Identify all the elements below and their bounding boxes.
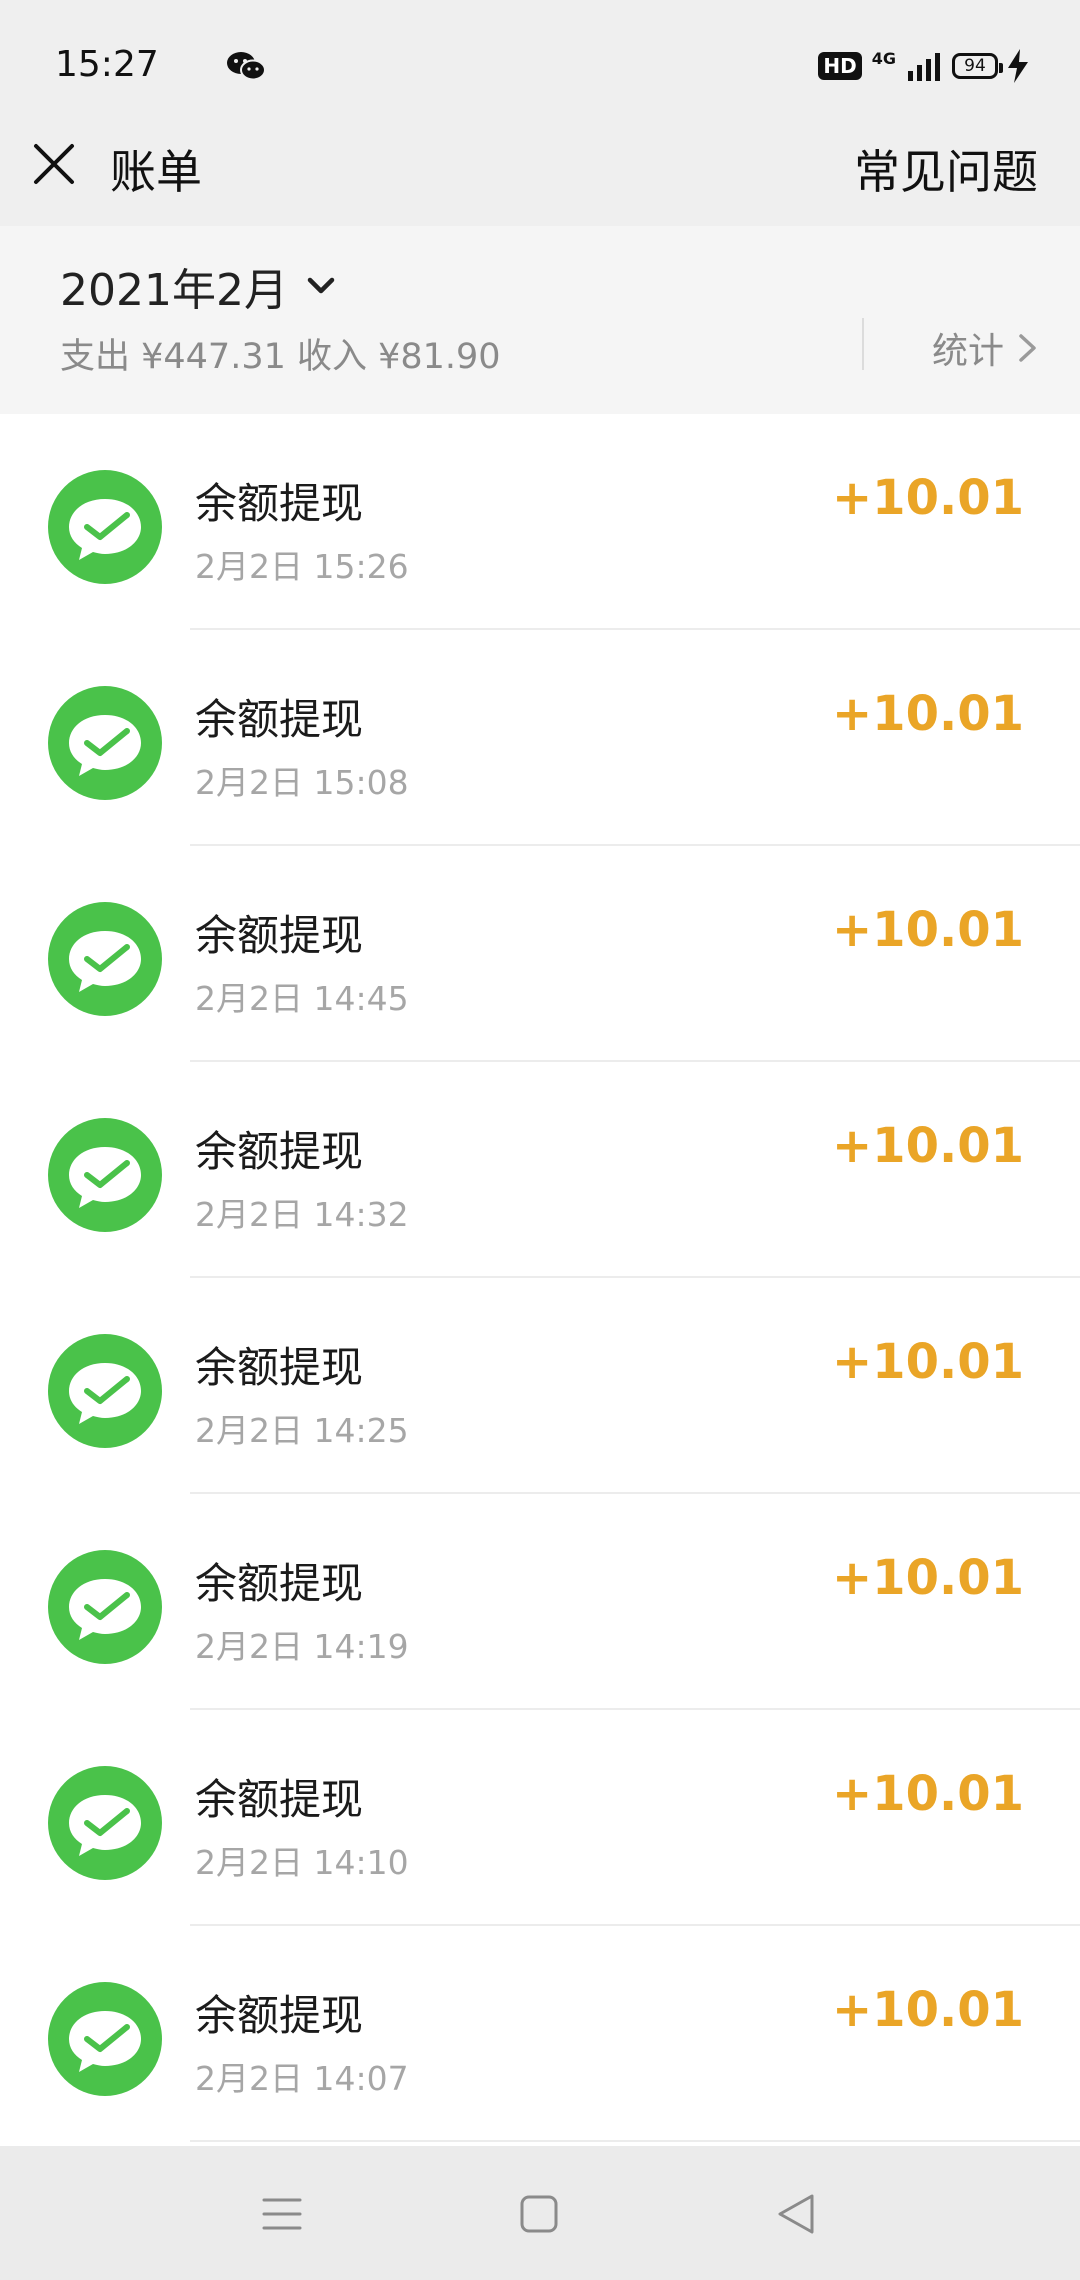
chevron-down-icon bbox=[307, 277, 335, 294]
transaction-title: 余额提现 bbox=[195, 1559, 364, 1608]
transaction-list: 余额提现 2月2日 15:26 +10.01 余额提现 2月2日 15:08 +… bbox=[0, 414, 1080, 2142]
transaction-time: 2月2日 14:10 bbox=[195, 1843, 409, 1882]
transaction-amount: +10.01 bbox=[831, 1982, 1024, 2038]
charging-icon bbox=[1008, 49, 1028, 83]
transaction-amount: +10.01 bbox=[831, 1766, 1024, 1822]
wechat-icon bbox=[227, 52, 266, 81]
transaction-time: 2月2日 15:08 bbox=[195, 763, 409, 802]
faq-link[interactable]: 常见问题 bbox=[854, 136, 1038, 202]
row-divider bbox=[190, 2140, 1080, 2142]
transaction-time: 2月2日 14:19 bbox=[195, 1627, 409, 1666]
transaction-row[interactable]: 余额提现 2月2日 15:26 +10.01 bbox=[0, 414, 1080, 630]
battery-icon: 94 bbox=[952, 53, 1003, 79]
transaction-row[interactable]: 余额提现 2月2日 14:45 +10.01 bbox=[0, 846, 1080, 1062]
summary-divider bbox=[862, 318, 864, 370]
transaction-title: 余额提现 bbox=[195, 695, 364, 744]
network-type: 4G bbox=[871, 48, 896, 68]
transaction-title: 余额提现 bbox=[195, 1127, 364, 1176]
menu-icon bbox=[262, 2198, 302, 2230]
transaction-row[interactable]: 余额提现 2月2日 14:32 +10.01 bbox=[0, 1062, 1080, 1278]
month-summary: 2021年2月 支出 ¥447.31 收入 ¥81.90 统计 bbox=[0, 226, 1080, 414]
back-icon bbox=[778, 2194, 814, 2234]
transaction-amount: +10.01 bbox=[831, 1118, 1024, 1174]
back-button[interactable] bbox=[766, 2184, 826, 2244]
system-nav-bar bbox=[0, 2146, 1080, 2280]
home-icon bbox=[520, 2195, 558, 2233]
wechat-pay-icon bbox=[48, 1982, 162, 2096]
close-icon[interactable] bbox=[30, 140, 78, 188]
transaction-title: 余额提现 bbox=[195, 911, 364, 960]
page-title: 账单 bbox=[110, 145, 202, 199]
signal-icon bbox=[908, 53, 940, 81]
month-label: 2021年2月 bbox=[60, 265, 288, 316]
status-time: 15:27 bbox=[55, 44, 159, 85]
monthly-totals: 支出 ¥447.31 收入 ¥81.90 bbox=[60, 337, 501, 377]
recents-button[interactable] bbox=[252, 2184, 312, 2244]
transaction-title: 余额提现 bbox=[195, 1343, 364, 1392]
transaction-row[interactable]: 余额提现 2月2日 14:19 +10.01 bbox=[0, 1494, 1080, 1710]
wechat-pay-icon bbox=[48, 902, 162, 1016]
wechat-pay-icon bbox=[48, 1334, 162, 1448]
transaction-time: 2月2日 14:07 bbox=[195, 2059, 409, 2098]
status-indicators: HD 4G 94 bbox=[818, 46, 1028, 86]
transaction-amount: +10.01 bbox=[831, 1334, 1024, 1390]
transaction-amount: +10.01 bbox=[831, 470, 1024, 526]
transaction-title: 余额提现 bbox=[195, 479, 364, 528]
wechat-pay-icon bbox=[48, 1118, 162, 1232]
app-bar: 账单 常见问题 bbox=[0, 130, 1080, 226]
transaction-time: 2月2日 14:45 bbox=[195, 979, 409, 1018]
status-bar: 15:27 HD 4G 94 bbox=[0, 0, 1080, 130]
transaction-time: 2月2日 15:26 bbox=[195, 547, 409, 586]
wechat-pay-icon bbox=[48, 470, 162, 584]
transaction-amount: +10.01 bbox=[831, 1550, 1024, 1606]
transaction-row[interactable]: 余额提现 2月2日 14:07 +10.01 bbox=[0, 1926, 1080, 2142]
battery-level: 94 bbox=[964, 56, 986, 76]
stats-label: 统计 bbox=[931, 331, 1004, 372]
home-button[interactable] bbox=[509, 2184, 569, 2244]
chevron-right-icon bbox=[1019, 334, 1036, 362]
transaction-time: 2月2日 14:32 bbox=[195, 1195, 409, 1234]
wechat-pay-icon bbox=[48, 1766, 162, 1880]
transaction-time: 2月2日 14:25 bbox=[195, 1411, 409, 1450]
transaction-title: 余额提现 bbox=[195, 1775, 364, 1824]
hd-badge: HD bbox=[818, 52, 862, 80]
wechat-pay-icon bbox=[48, 1550, 162, 1664]
month-selector[interactable]: 2021年2月 bbox=[60, 254, 338, 318]
transaction-amount: +10.01 bbox=[831, 686, 1024, 742]
transaction-row[interactable]: 余额提现 2月2日 15:08 +10.01 bbox=[0, 630, 1080, 846]
transaction-amount: +10.01 bbox=[831, 902, 1024, 958]
transaction-title: 余额提现 bbox=[195, 1991, 364, 2040]
wechat-pay-icon bbox=[48, 686, 162, 800]
transaction-row[interactable]: 余额提现 2月2日 14:10 +10.01 bbox=[0, 1710, 1080, 1926]
transaction-row[interactable]: 余额提现 2月2日 14:25 +10.01 bbox=[0, 1278, 1080, 1494]
stats-button[interactable]: 统计 bbox=[932, 322, 1040, 374]
